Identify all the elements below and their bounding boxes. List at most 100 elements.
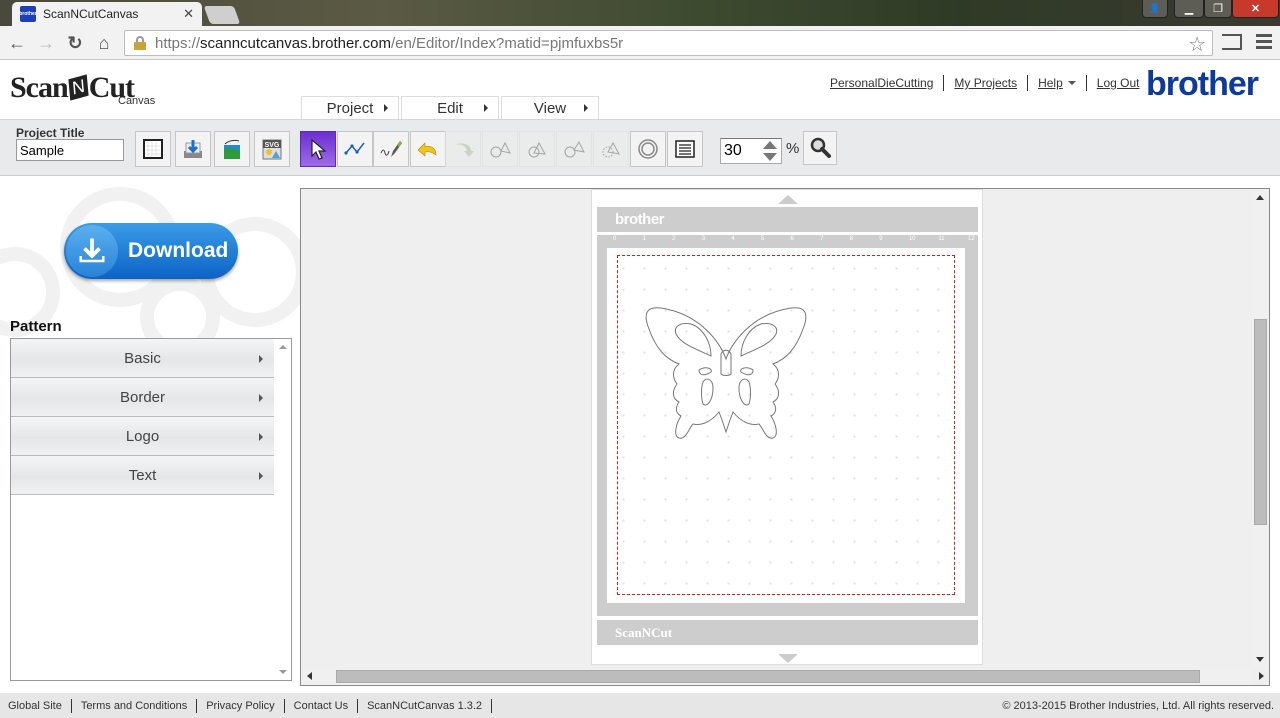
spin-up-icon[interactable] <box>763 141 777 149</box>
reload-icon: ↻ <box>67 32 83 53</box>
cast-icon[interactable] <box>1222 34 1242 50</box>
brother-logo[interactable]: brother <box>1146 65 1259 104</box>
app-header: Scan N Cut Canvas Project Edit View Person… <box>0 61 1280 120</box>
weld-button[interactable] <box>482 131 518 167</box>
zoom-level-stepper[interactable] <box>720 138 782 164</box>
ruler-tick-label: 3 <box>701 236 706 242</box>
menu-edit[interactable]: Edit <box>401 96 499 120</box>
tab-close-icon[interactable]: ✕ <box>183 6 194 22</box>
group-button[interactable] <box>593 131 629 167</box>
intersect-button[interactable] <box>519 131 555 167</box>
cursor-arrow-icon <box>311 138 327 160</box>
offset-button[interactable] <box>630 131 666 167</box>
canvas-horizontal-scrollbar[interactable] <box>301 668 1264 685</box>
zoom-button[interactable] <box>803 131 837 165</box>
ruler-tick-label: 11 <box>938 236 945 242</box>
restore-button[interactable]: ❐ <box>1204 0 1232 18</box>
footer-link[interactable]: Contact Us <box>294 700 348 712</box>
new-tab-button[interactable] <box>203 6 241 24</box>
menu-project[interactable]: Project <box>301 96 399 120</box>
scroll-up-icon[interactable] <box>279 345 287 349</box>
canvas-vertical-scrollbar[interactable] <box>1252 189 1269 668</box>
bookmark-star-icon[interactable]: ☆ <box>1188 32 1206 57</box>
mat-feed-up-icon <box>778 195 798 204</box>
caret-right-icon <box>259 355 263 363</box>
zoom-level-input[interactable] <box>724 142 762 160</box>
scroll-down-icon[interactable] <box>279 670 287 674</box>
select-tool-button[interactable] <box>300 131 336 167</box>
horizontal-scroll-thumb[interactable] <box>336 670 1200 683</box>
browser-menu-icon[interactable] <box>1256 34 1272 52</box>
menu-edit-label: Edit <box>437 100 463 117</box>
vertical-scroll-thumb[interactable] <box>1254 319 1267 525</box>
new-mat-button[interactable] <box>135 131 171 167</box>
svg-import-button[interactable]: SVG <box>254 131 290 167</box>
undo-button[interactable] <box>410 131 446 167</box>
weld-shapes-icon <box>490 141 511 158</box>
caret-right-icon <box>259 433 263 441</box>
divider <box>1085 75 1087 91</box>
help-link[interactable]: Help <box>1038 76 1063 90</box>
mat-grid-icon <box>143 139 163 159</box>
freehand-draw-button[interactable] <box>373 131 409 167</box>
footer-link[interactable]: Privacy Policy <box>206 700 274 712</box>
address-bar[interactable]: https:// scanncutcanvas.brother.com /en/… <box>124 30 1213 56</box>
back-button[interactable]: ← <box>5 31 29 55</box>
browser-tab[interactable]: brother ScanNCutCanvas ✕ <box>12 2 202 26</box>
caret-right-icon <box>584 104 588 112</box>
footer-link[interactable]: ScanNCutCanvas 1.3.2 <box>367 700 482 712</box>
node-edit-button[interactable] <box>337 131 373 167</box>
ruler-tick-label: 0 <box>613 236 617 242</box>
reload-button[interactable]: ↻ <box>63 31 87 55</box>
pattern-item-text[interactable]: Text <box>11 456 274 495</box>
scroll-up-icon[interactable] <box>1256 195 1264 200</box>
logout-link[interactable]: Log Out <box>1097 76 1140 90</box>
close-window-button[interactable]: ✕ <box>1232 0 1279 18</box>
pattern-item-logo[interactable]: Logo <box>11 417 274 456</box>
tab-title: ScanNCutCanvas <box>43 7 139 21</box>
ruler-tick-label: 8 <box>849 236 853 242</box>
pattern-item-basic[interactable]: Basic <box>11 339 274 378</box>
footer-links: Global Site Terms and Conditions Privacy P… <box>0 698 501 713</box>
ruler-tick-label: 2 <box>672 236 676 242</box>
footer-link[interactable]: Terms and Conditions <box>81 700 187 712</box>
my-projects-link[interactable]: My Projects <box>954 76 1017 90</box>
object-list-button[interactable] <box>667 131 703 167</box>
scroll-left-icon[interactable] <box>307 672 312 680</box>
import-image-icon <box>224 139 240 159</box>
lock-warning-icon <box>133 36 147 50</box>
canvas-viewport[interactable]: brother 0 1 2 3 4 5 6 7 8 9 10 11 12 ScanNCut <box>300 188 1270 686</box>
work-area: Download Pattern Basic Border Logo Text … <box>0 177 1280 692</box>
spin-down-icon[interactable] <box>763 153 777 161</box>
scroll-right-icon[interactable] <box>1259 672 1264 680</box>
copyright-text: © 2013-2015 Brother Industries, Ltd. All… <box>1002 700 1274 712</box>
menu-view[interactable]: View <box>501 96 599 120</box>
subtract-button[interactable] <box>556 131 592 167</box>
pattern-item-border[interactable]: Border <box>11 378 274 417</box>
ruler-tick-label: 12 <box>968 236 975 242</box>
svg-file-icon: SVG <box>262 139 282 160</box>
footer-link[interactable]: Global Site <box>8 700 62 712</box>
scanncut-canvas-logo[interactable]: Scan N Cut Canvas <box>10 71 160 111</box>
project-title-input[interactable] <box>16 139 124 161</box>
editor-toolbar: Project Title SVG <box>0 119 1280 176</box>
forward-button[interactable]: → <box>34 31 58 55</box>
download-app-button[interactable]: Download <box>64 223 238 279</box>
svg-text:SVG: SVG <box>265 142 280 149</box>
browser-toolbar: ← → ↻ ⌂ https:// scanncutcanvas.brother.… <box>0 26 1280 60</box>
minimize-button[interactable]: ▁ <box>1174 0 1204 18</box>
pattern-list-scrollbar[interactable] <box>274 339 291 680</box>
scroll-down-icon[interactable] <box>1256 657 1264 662</box>
user-profile-button[interactable]: 👤 <box>1142 0 1168 18</box>
divider <box>491 698 493 713</box>
caret-down-icon[interactable] <box>1067 81 1076 85</box>
caret-right-icon <box>259 394 263 402</box>
import-image-button[interactable] <box>214 131 250 167</box>
butterfly-shape[interactable] <box>641 304 811 444</box>
download-to-computer-button[interactable] <box>175 131 211 167</box>
pattern-item-label: Text <box>128 466 157 484</box>
home-button[interactable]: ⌂ <box>92 31 116 55</box>
logo-scan: Scan <box>10 71 69 104</box>
personal-die-cutting-link[interactable]: PersonalDieCutting <box>830 76 933 90</box>
redo-button[interactable] <box>445 131 481 167</box>
